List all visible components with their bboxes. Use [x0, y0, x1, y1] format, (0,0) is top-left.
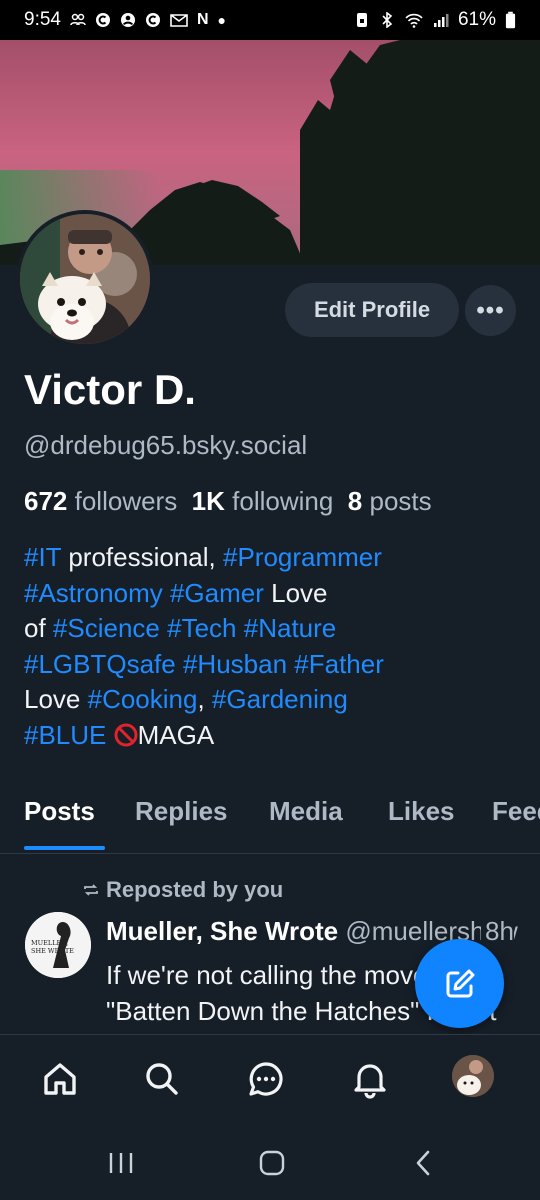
- recent-apps-button[interactable]: [101, 1148, 141, 1178]
- more-options-button[interactable]: •••: [465, 285, 516, 336]
- system-navigation: [0, 1122, 540, 1200]
- post-author-avatar[interactable]: MUELLER, SHE WROTE: [25, 912, 91, 978]
- bio-text: professional,: [61, 542, 223, 572]
- profile-tabs: Posts Replies Media Likes Feeds: [0, 796, 540, 854]
- post-timestamp: 8h: [481, 916, 514, 947]
- following-count: 1K: [191, 486, 225, 516]
- tab-likes[interactable]: Likes: [388, 796, 455, 827]
- nav-profile-avatar[interactable]: [452, 1055, 494, 1097]
- compose-button[interactable]: [415, 939, 504, 1028]
- people-icon: [70, 13, 86, 26]
- home-icon: [44, 1063, 76, 1095]
- posts-label: posts: [369, 486, 432, 516]
- followers-count: 672: [24, 486, 68, 516]
- author-avatar-image: MUELLER, SHE WROTE: [25, 912, 91, 978]
- wifi-icon: [405, 13, 423, 28]
- dot-icon: ●: [217, 12, 227, 28]
- bio-line: #Astronomy #Gamer Love: [24, 576, 524, 612]
- avatar-lettering: MUELLER,: [31, 939, 68, 947]
- tab-posts[interactable]: Posts: [24, 796, 95, 827]
- hashtag-link[interactable]: #Husban: [183, 649, 287, 679]
- repost-indicator[interactable]: Reposted by you: [82, 877, 283, 903]
- nav-notifications[interactable]: [348, 1057, 392, 1101]
- bio-text: [106, 720, 113, 750]
- gmail-icon: [170, 14, 188, 27]
- edit-profile-button[interactable]: Edit Profile: [285, 283, 459, 337]
- repost-label: Reposted by you: [106, 877, 284, 902]
- c-icon: [95, 13, 110, 27]
- bottom-navigation: [0, 1034, 540, 1122]
- home-square-icon: [259, 1150, 285, 1176]
- hashtag-link[interactable]: #Astronomy: [24, 578, 163, 608]
- bio-line: #LGBTQsafe #Husban #Father: [24, 647, 524, 683]
- netflix-icon: N: [196, 11, 209, 28]
- followers-label: followers: [74, 486, 178, 516]
- back-icon: [416, 1150, 430, 1176]
- bell-icon: [354, 1064, 386, 1099]
- hashtag-link[interactable]: #IT: [24, 542, 61, 572]
- bio-line: of #Science #Tech #Nature: [24, 611, 524, 647]
- bio-text: [163, 578, 170, 608]
- lock-icon: [356, 13, 367, 27]
- hashtag-link[interactable]: #Gardening: [212, 684, 348, 714]
- nav-search[interactable]: [140, 1057, 184, 1101]
- recents-icon: [109, 1153, 133, 1173]
- bio-text: MAGA: [137, 719, 215, 750]
- posts-stat: 8 posts: [348, 486, 432, 516]
- followers-link[interactable]: 672 followers: [24, 486, 177, 516]
- home-system-button[interactable]: [252, 1148, 292, 1178]
- bio-line: #BLUE MAGA: [24, 718, 524, 754]
- hashtag-link[interactable]: #LGBTQsafe: [24, 649, 176, 679]
- bio-text: Love: [24, 684, 88, 714]
- hashtag-link[interactable]: #Gamer: [170, 578, 264, 608]
- bio-text: ,: [197, 684, 212, 714]
- post-author-name: Mueller, She Wrote: [106, 916, 339, 946]
- back-button[interactable]: [404, 1148, 444, 1178]
- nav-chat[interactable]: [244, 1057, 288, 1101]
- profile-handle: @drdebug65.bsky.social: [24, 430, 308, 460]
- account-icon: [120, 13, 135, 27]
- c-icon: [145, 13, 160, 27]
- battery-icon: [505, 11, 516, 29]
- repost-icon: [84, 884, 98, 896]
- bio-text: Love: [263, 577, 328, 608]
- chat-icon: [249, 1062, 283, 1096]
- hashtag-link[interactable]: #Father: [294, 649, 384, 679]
- signal-icon: [433, 14, 449, 27]
- hashtag-link[interactable]: #Tech: [167, 613, 236, 643]
- bio-text: [237, 613, 244, 643]
- bio-text: of: [24, 613, 53, 643]
- bio-text: [176, 649, 183, 679]
- following-link[interactable]: 1K following: [192, 486, 334, 516]
- profile-stats: 672 followers 1K following 8 posts: [24, 486, 432, 517]
- display-name: Victor D.: [24, 366, 196, 413]
- following-label: following: [232, 486, 334, 516]
- prohibited-icon: [114, 723, 138, 746]
- active-tab-indicator: [24, 846, 105, 850]
- compose-icon: [446, 969, 474, 997]
- profile-avatar[interactable]: [16, 210, 154, 348]
- avatar-image: [20, 214, 150, 344]
- bluetooth-icon: [382, 12, 393, 28]
- bio-line: Love #Cooking, #Gardening: [24, 682, 524, 718]
- hashtag-link[interactable]: #Programmer: [223, 542, 382, 572]
- nav-home[interactable]: [38, 1057, 82, 1101]
- profile-avatar-icon: [452, 1055, 494, 1097]
- tab-replies[interactable]: Replies: [135, 796, 228, 827]
- bio-line: #IT professional, #Programmer: [24, 540, 524, 576]
- hashtag-link[interactable]: #Cooking: [88, 684, 198, 714]
- svg-text:SHE WROTE: SHE WROTE: [31, 947, 74, 955]
- screen: 9:54 N ● 61% Edit Profile ••• Victor D. …: [0, 0, 540, 1200]
- search-icon: [146, 1063, 178, 1095]
- profile-bio: #IT professional, #Programmer #Astronomy…: [24, 540, 524, 753]
- hashtag-link[interactable]: #Nature: [244, 613, 337, 643]
- status-time: 9:54: [24, 9, 61, 30]
- hashtag-link[interactable]: #BLUE: [24, 720, 106, 750]
- status-bar: 9:54 N ● 61%: [0, 0, 540, 40]
- posts-count: 8: [347, 486, 363, 516]
- hashtag-link[interactable]: #Science: [53, 613, 160, 643]
- tab-feeds[interactable]: Feeds: [492, 796, 540, 827]
- tab-media[interactable]: Media: [269, 796, 343, 827]
- battery-percent: 61%: [457, 9, 496, 30]
